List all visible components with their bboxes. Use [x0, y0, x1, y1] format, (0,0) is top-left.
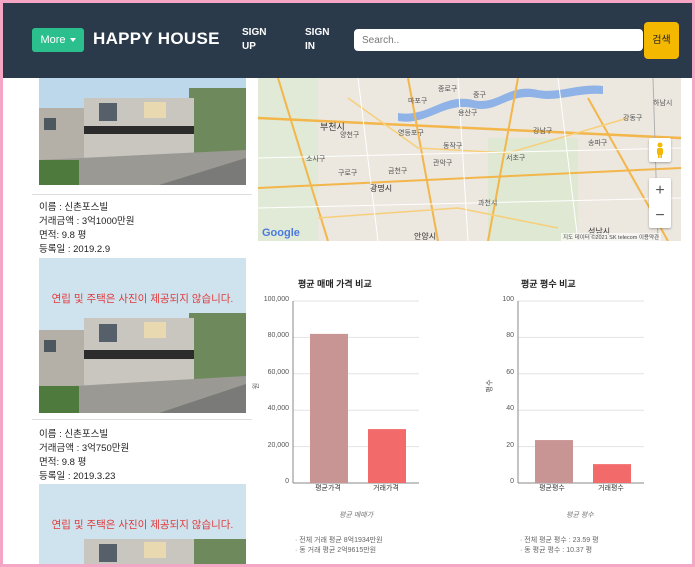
top-navbar: More HAPPY HOUSE SIGN UP SIGN IN 검색 — [3, 3, 692, 78]
chart-bar[interactable] — [368, 429, 406, 483]
map-place-label: 강동구 — [623, 115, 643, 122]
chart-caption: 평균 평수 — [566, 512, 594, 519]
listing-image: 연립 및 주택은 사진이 제공되지 않습니다. — [39, 258, 246, 413]
chart-y-tick-label: 100 — [502, 296, 514, 303]
map-place-label: 구로구 — [338, 170, 358, 177]
more-label: More — [40, 34, 66, 46]
listing-area: 면적: 9.8 평 — [39, 230, 87, 241]
listing-price: 거래금액 : 3억1000만원 — [39, 216, 135, 227]
chart-y-tick-label: 60 — [506, 368, 514, 376]
listing-area: 면적: 9.8 평 — [39, 457, 87, 468]
no-photo-notice: 연립 및 주택은 사진이 제공되지 않습니다. — [51, 519, 234, 531]
chart-y-tick-label: 20 — [506, 441, 514, 449]
map-place-label: 양천구 — [340, 132, 360, 139]
chart-category-label: 거래가격 — [373, 485, 399, 492]
map-view[interactable]: 부천시 소사구 광명시 안양시 영등포구 마포구 용산구 서초구 강남구 관악구… — [258, 78, 681, 241]
listing-date: 등록일 : 2019.3.23 — [39, 471, 116, 482]
chart-y-axis-label: 원 — [253, 382, 261, 390]
chart-title: 평균 평수 비교 — [521, 279, 576, 289]
map-place-label: 종로구 — [438, 86, 458, 93]
chart-y-tick-label: 0 — [285, 478, 289, 485]
map-place-label: 소사구 — [306, 156, 326, 163]
map-place-label: 금천구 — [388, 168, 408, 175]
app-frame: More HAPPY HOUSE SIGN UP SIGN IN 검색 이름 :… — [3, 3, 692, 564]
chart-y-tick-label: 40,000 — [267, 405, 289, 413]
listing-divider — [32, 419, 252, 420]
chart-stats: · 전체 평균 평수 : 23.59 평 · 동 평균 평수 : 10.37 평 — [520, 536, 599, 556]
chart-y-tick-label: 100,000 — [263, 296, 289, 303]
chart-stats: · 전체 거래 평균 8억1934만원 · 동 거래 평균 2억9615만원 — [295, 536, 383, 556]
search-input[interactable] — [354, 29, 643, 51]
brand-title[interactable]: HAPPY HOUSE — [93, 29, 220, 49]
chart-category-label: 평균가격 — [315, 485, 341, 492]
chart-bar[interactable] — [535, 440, 573, 483]
zoom-out-button[interactable]: − — [649, 203, 671, 228]
google-logo: Google — [262, 227, 300, 239]
chart-y-tick-label: 60,000 — [267, 368, 289, 376]
sign-in-link[interactable]: SIGN IN — [305, 26, 335, 54]
map-place-label: 송파구 — [588, 140, 608, 147]
listing-image — [39, 78, 246, 185]
map-place-label: 강남구 — [533, 128, 553, 135]
map-place-label: 하남시 — [653, 100, 673, 107]
chart-y-tick-label: 80,000 — [267, 332, 289, 340]
chart-y-tick-label: 40 — [506, 405, 514, 413]
chart-stat-line: · 동 평균 평수 : 10.37 평 — [520, 547, 593, 554]
map-place-label: 관악구 — [433, 160, 453, 167]
area-bar-chart — [517, 300, 644, 484]
sign-up-link[interactable]: SIGN UP — [242, 26, 272, 54]
chart-stat-line: · 동 거래 평균 2억9615만원 — [295, 547, 377, 554]
map-place-label: 중구 — [473, 92, 486, 99]
listing-divider — [32, 194, 252, 195]
chart-bar[interactable] — [593, 464, 631, 483]
listing-name: 이름 : 신촌포스빌 — [39, 429, 109, 440]
price-bar-chart — [292, 300, 419, 484]
no-photo-notice: 연립 및 주택은 사진이 제공되지 않습니다. — [51, 293, 234, 305]
chart-category-label: 거래평수 — [598, 485, 624, 492]
chart-y-tick-label: 0 — [510, 478, 514, 485]
chart-stat-line: · 전체 거래 평균 8억1934만원 — [295, 537, 383, 544]
map-place-label: 마포구 — [408, 98, 428, 105]
map-place-label: 서초구 — [506, 155, 526, 162]
caret-down-icon — [69, 38, 76, 42]
search-button[interactable]: 검색 — [644, 22, 679, 59]
map-place-label: 과천시 — [478, 200, 498, 207]
map-zoom-control: + − — [649, 178, 671, 228]
listing-image: 연립 및 주택은 사진이 제공되지 않습니다. — [39, 484, 246, 564]
chart-y-tick-label: 20,000 — [267, 441, 289, 449]
chart-y-tick-label: 80 — [506, 332, 514, 340]
chart-stat-line: · 전체 평균 평수 : 23.59 평 — [520, 537, 599, 544]
map-place-label: 용산구 — [458, 110, 478, 117]
map-copyright[interactable]: 지도 데이터 ©2021 SK telecom 이용약관 — [561, 233, 662, 241]
chart-title: 평균 매매 가격 비교 — [298, 279, 372, 289]
listing-name: 이름 : 신촌포스빌 — [39, 202, 109, 213]
map-place-label: 동작구 — [443, 143, 463, 150]
street-view-pegman-icon[interactable] — [649, 138, 671, 162]
zoom-in-button[interactable]: + — [649, 178, 671, 203]
chart-bar[interactable] — [310, 333, 348, 483]
map-place-label: 안양시 — [414, 232, 437, 241]
map-place-label: 광명시 — [370, 184, 393, 193]
chart-caption: 평균 매매가 — [339, 512, 374, 519]
listing-info: 이름 : 신촌포스빌 거래금액 : 3억1000만원 면적: 9.8 평 등록일… — [39, 201, 135, 257]
map-place-label: 영등포구 — [398, 130, 424, 137]
chart-category-label: 평균평수 — [539, 485, 565, 492]
listing-price: 거래금액 : 3억750만원 — [39, 443, 130, 454]
chart-y-axis-label: 평수 — [486, 379, 494, 393]
listing-date: 등록일 : 2019.2.9 — [39, 244, 111, 255]
more-dropdown-button[interactable]: More — [32, 28, 84, 52]
listing-info: 이름 : 신촌포스빌 거래금액 : 3억750만원 면적: 9.8 평 등록일 … — [39, 428, 129, 484]
